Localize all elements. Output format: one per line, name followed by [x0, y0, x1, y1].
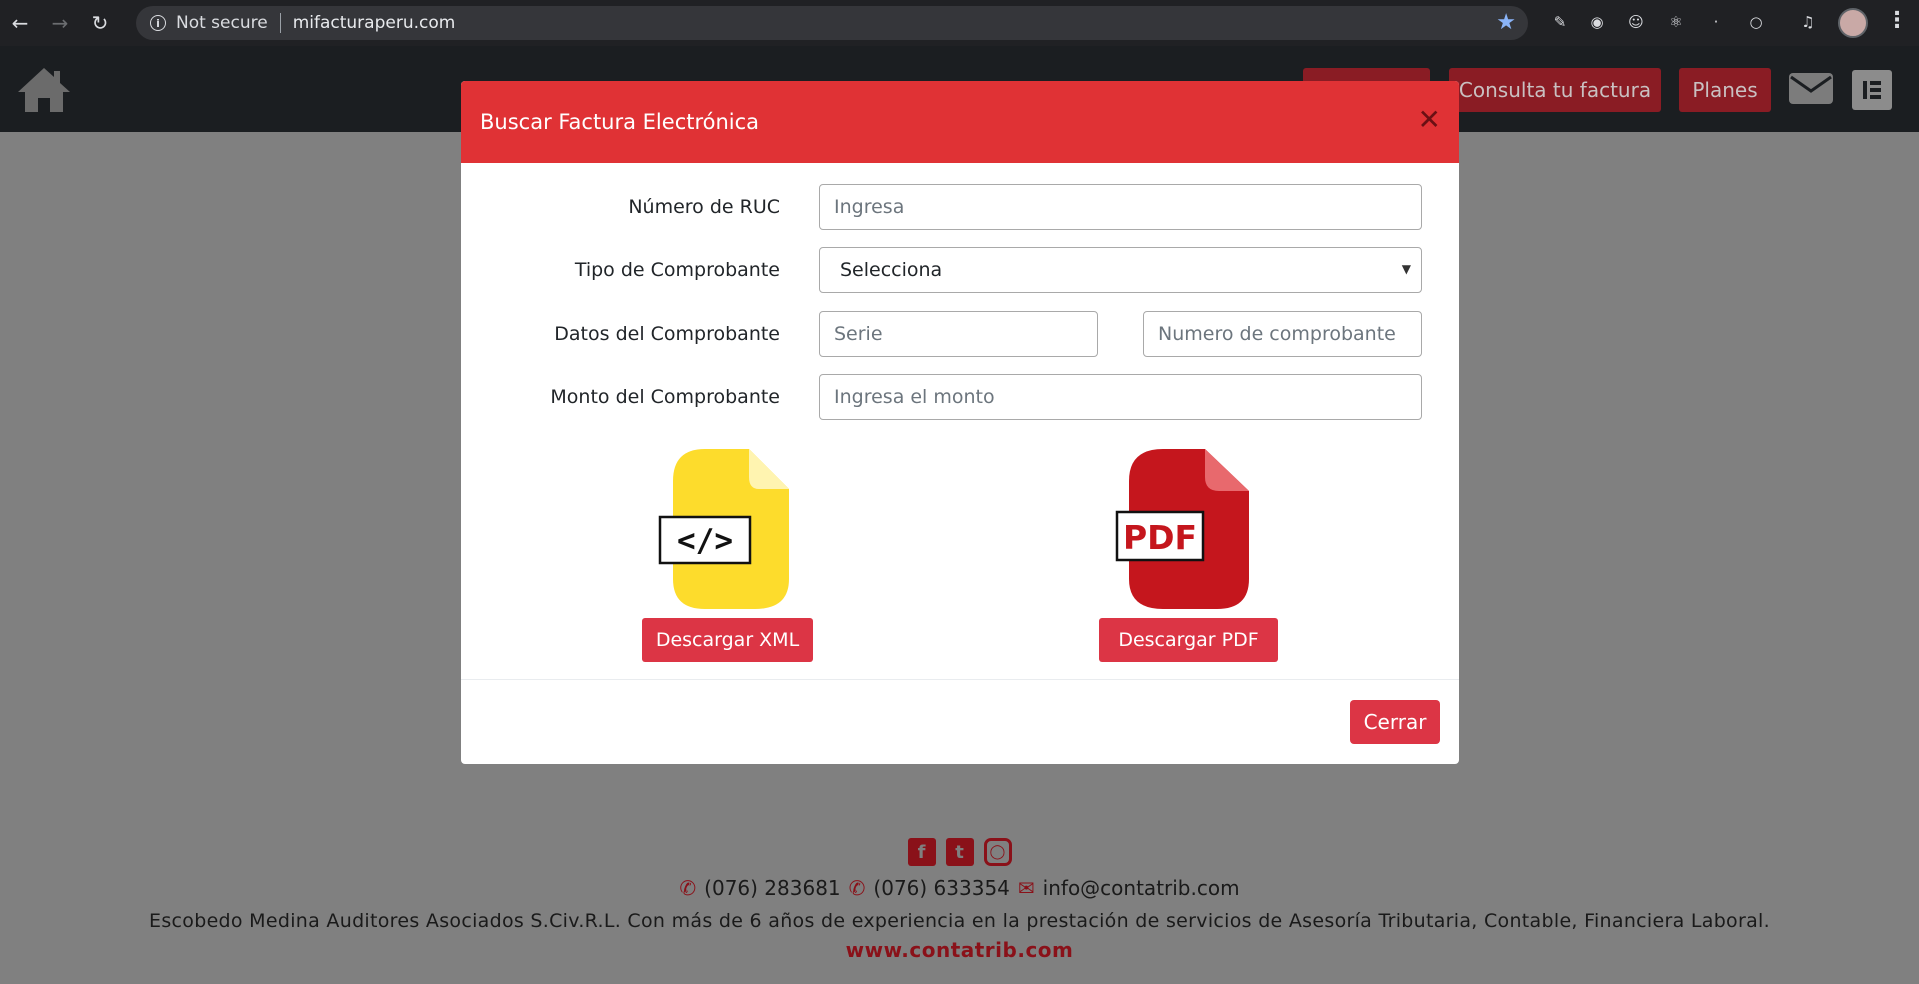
- close-icon[interactable]: ✕: [1418, 103, 1441, 136]
- website-link[interactable]: www.contatrib.com: [0, 938, 1919, 962]
- media-playlist-icon[interactable]: ♫: [1796, 10, 1820, 34]
- egg-extension-icon[interactable]: ○: [1744, 10, 1768, 34]
- instagram-icon[interactable]: ◯: [983, 838, 1012, 866]
- site-footer: f t ◯ ✆ (076) 283681 ✆ (076) 633354 ✉ in…: [0, 838, 1919, 962]
- consulta-factura-button[interactable]: Consulta tu factura: [1449, 68, 1661, 112]
- divider: [279, 13, 281, 33]
- social-links: f t ◯: [0, 838, 1919, 866]
- search-invoice-modal: Buscar Factura Electrónica ✕ Número de R…: [461, 81, 1459, 764]
- ruc-label: Número de RUC: [628, 196, 780, 218]
- serie-input[interactable]: Serie: [819, 311, 1098, 357]
- tipo-selected-value: Selecciona: [840, 259, 943, 281]
- back-icon[interactable]: ←: [0, 0, 40, 46]
- datos-row: Datos del Comprobante Serie Numero de co…: [461, 311, 1459, 357]
- monto-row: Monto del Comprobante Ingresa el monto: [461, 374, 1459, 420]
- download-pdf-button[interactable]: Descargar PDF: [1099, 618, 1278, 662]
- address-bar[interactable]: i Not secure mifacturaperu.com ★: [136, 6, 1528, 40]
- xml-file-icon: </>: [658, 449, 789, 609]
- phone-icon: ✆: [679, 876, 697, 900]
- elementor-icon[interactable]: [1852, 70, 1892, 110]
- phone-1: (076) 283681: [704, 876, 841, 900]
- pdf-file-icon: PDF: [1115, 449, 1249, 609]
- color-picker-extension-icon[interactable]: ✎: [1548, 10, 1572, 34]
- browser-menu-icon[interactable]: ⋮: [1886, 8, 1908, 33]
- numero-comprobante-input[interactable]: Numero de comprobante: [1143, 311, 1422, 357]
- footer-divider: [461, 679, 1459, 680]
- chevron-down-icon: ▼: [1401, 262, 1411, 276]
- monto-label: Monto del Comprobante: [550, 386, 780, 408]
- forward-icon[interactable]: →: [40, 0, 80, 46]
- reload-icon[interactable]: ↻: [80, 0, 120, 46]
- code-extension-icon[interactable]: ·: [1704, 10, 1728, 34]
- lastpass-extension-icon[interactable]: ◉: [1585, 10, 1609, 34]
- mail-icon[interactable]: [1788, 70, 1834, 106]
- modal-header: Buscar Factura Electrónica ✕: [461, 81, 1459, 163]
- facebook-icon[interactable]: f: [907, 838, 936, 866]
- ruc-row: Número de RUC Ingresa: [461, 184, 1459, 230]
- face-extension-icon[interactable]: ☺: [1624, 10, 1648, 34]
- browser-toolbar: ← → ↻ i Not secure mifacturaperu.com ★ ✎…: [0, 0, 1919, 46]
- profile-avatar[interactable]: [1838, 8, 1868, 38]
- tipo-select[interactable]: Selecciona ▼: [819, 247, 1422, 293]
- envelope-icon: ✉: [1017, 876, 1035, 900]
- url-text[interactable]: mifacturaperu.com: [293, 13, 456, 33]
- monto-input[interactable]: Ingresa el monto: [819, 374, 1422, 420]
- tipo-row: Tipo de Comprobante Selecciona ▼: [461, 247, 1459, 293]
- planes-button[interactable]: Planes: [1679, 68, 1771, 112]
- react-extension-icon[interactable]: ⚛: [1664, 10, 1688, 34]
- twitter-icon[interactable]: t: [945, 838, 974, 866]
- security-label: Not secure: [176, 13, 268, 33]
- contact-info: ✆ (076) 283681 ✆ (076) 633354 ✉ info@con…: [0, 876, 1919, 900]
- phone-icon: ✆: [848, 876, 866, 900]
- download-xml-button[interactable]: Descargar XML: [642, 618, 813, 662]
- modal-title: Buscar Factura Electrónica: [480, 110, 760, 134]
- svg-text:</>: </>: [677, 523, 733, 559]
- phone-2: (076) 633354: [873, 876, 1010, 900]
- bookmark-star-icon[interactable]: ★: [1496, 10, 1516, 35]
- tipo-label: Tipo de Comprobante: [574, 259, 780, 281]
- cerrar-button[interactable]: Cerrar: [1350, 700, 1440, 744]
- home-icon[interactable]: [16, 66, 72, 114]
- datos-label: Datos del Comprobante: [554, 323, 780, 345]
- info-icon[interactable]: i: [150, 15, 166, 31]
- ruc-input[interactable]: Ingresa: [819, 184, 1422, 230]
- email-text: info@contatrib.com: [1042, 876, 1240, 900]
- svg-text:PDF: PDF: [1123, 518, 1197, 557]
- company-description: Escobedo Medina Auditores Asociados S.Ci…: [149, 910, 1770, 932]
